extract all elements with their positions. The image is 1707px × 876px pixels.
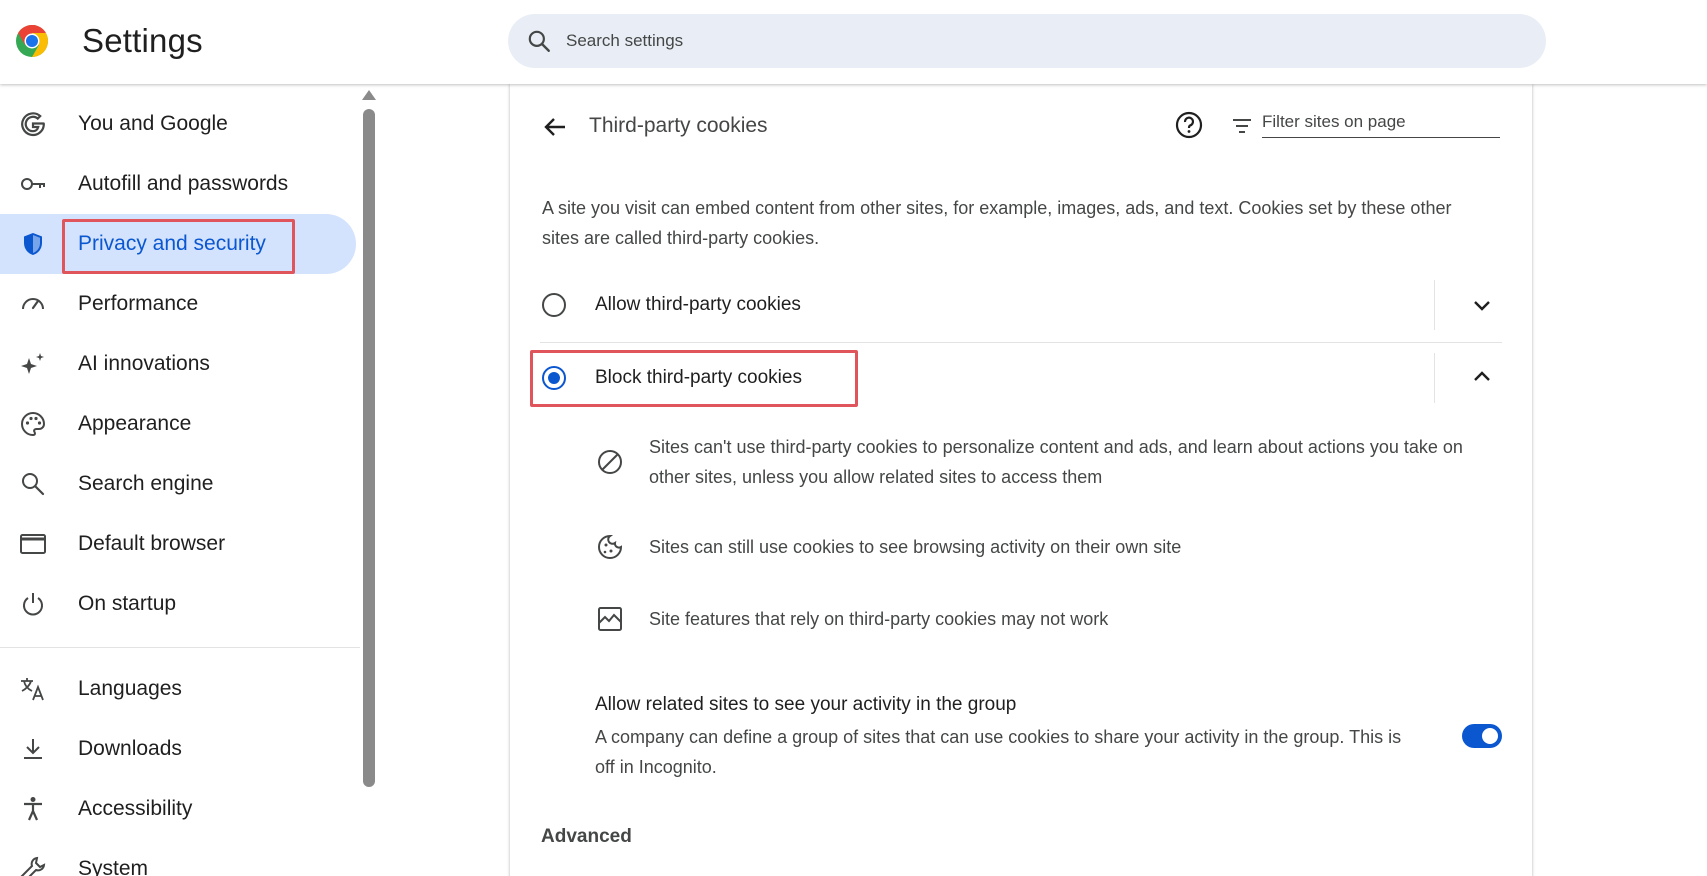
option-allow-third-party-cookies[interactable]: Allow third-party cookies <box>530 270 1502 340</box>
page-description: A site you visit can embed content from … <box>542 198 1452 248</box>
power-icon <box>23 593 43 616</box>
sidebar-item-ai-innovations[interactable]: AI innovations <box>0 334 356 394</box>
sidebar-item-label: Appearance <box>78 412 192 435</box>
browser-window-icon <box>20 534 46 554</box>
related-sites-description: A company can define a group of sites th… <box>595 727 1402 777</box>
sidebar-item-label: Languages <box>78 677 182 700</box>
search-icon <box>528 30 550 52</box>
sidebar-item-label: Autofill and passwords <box>78 172 289 195</box>
google-g-icon <box>21 112 45 136</box>
back-arrow-icon[interactable] <box>540 112 570 142</box>
sidebar-item-label: On startup <box>78 592 177 615</box>
broken-image-icon <box>598 607 622 631</box>
sidebar-item-label: Accessibility <box>78 797 193 820</box>
sidebar-item-languages[interactable]: Languages <box>0 659 356 719</box>
option-divider <box>1434 280 1435 330</box>
search-placeholder: Search settings <box>566 31 684 50</box>
sidebar-item-performance[interactable]: Performance <box>0 274 356 334</box>
detail-text: Site features that rely on third-party c… <box>649 609 1109 629</box>
sidebar-item-label: System <box>78 857 149 876</box>
filter-icon <box>1233 119 1251 133</box>
sidebar-divider <box>0 647 360 648</box>
translate-icon <box>21 678 44 701</box>
scroll-up-arrow-icon[interactable] <box>362 90 376 100</box>
sparkle-icon <box>21 353 44 374</box>
cookie-icon <box>598 534 623 559</box>
app-title: Settings <box>82 22 203 59</box>
block-icon <box>598 450 622 474</box>
sidebar-item-label: Search engine <box>78 472 214 495</box>
option-divider <box>1434 353 1435 403</box>
key-icon <box>21 178 45 190</box>
sidebar-nav: You and Google Autofill and passwords Pr… <box>0 84 360 876</box>
sidebar-item-label: AI innovations <box>78 352 210 375</box>
advanced-heading: Advanced <box>541 826 632 847</box>
search-icon <box>22 473 45 496</box>
search-settings-field[interactable]: Search settings <box>508 14 1546 68</box>
sidebar-item-label: You and Google <box>78 112 228 135</box>
sidebar-item-system[interactable]: System <box>0 839 356 876</box>
detail-text: Sites can still use cookies to see brows… <box>649 537 1182 557</box>
chevron-down-icon[interactable] <box>1470 293 1494 317</box>
sidebar-item-label: Downloads <box>78 737 182 760</box>
top-bar: Settings Search settings <box>0 0 1707 84</box>
option-label: Allow third-party cookies <box>595 294 801 315</box>
sidebar-item-label: Performance <box>78 292 199 315</box>
sidebar-item-label: Default browser <box>78 532 226 555</box>
chrome-logo-icon <box>16 25 49 58</box>
sidebar-item-default-browser[interactable]: Default browser <box>0 514 356 574</box>
wrench-icon <box>20 856 46 876</box>
sidebar-scrollbar-thumb[interactable] <box>363 109 375 787</box>
sidebar-item-autofill[interactable]: Autofill and passwords <box>0 154 356 214</box>
download-icon <box>24 739 42 759</box>
highlight-box-block-option <box>530 350 858 407</box>
page-title: Third-party cookies <box>589 114 768 137</box>
shield-icon <box>24 233 42 255</box>
accessibility-icon <box>24 797 42 821</box>
sidebar-item-downloads[interactable]: Downloads <box>0 719 356 779</box>
help-icon[interactable] <box>1174 110 1204 140</box>
filter-sites-input[interactable]: Filter sites on page <box>1262 112 1500 138</box>
highlight-box-privacy <box>62 219 295 274</box>
sidebar-item-appearance[interactable]: Appearance <box>0 394 356 454</box>
radio-allow[interactable] <box>542 293 566 317</box>
sidebar-item-you-and-google[interactable]: You and Google <box>0 94 356 154</box>
related-sites-toggle[interactable] <box>1462 724 1502 748</box>
palette-icon <box>21 411 46 437</box>
related-sites-title: Allow related sites to see your activity… <box>595 694 1017 715</box>
sidebar-item-accessibility[interactable]: Accessibility <box>0 779 356 839</box>
chevron-up-icon[interactable] <box>1470 365 1494 389</box>
speedometer-icon <box>22 298 44 310</box>
sidebar-item-search-engine[interactable]: Search engine <box>0 454 356 514</box>
sidebar-item-on-startup[interactable]: On startup <box>0 574 356 634</box>
detail-text: Sites can't use third-party cookies to p… <box>649 437 1463 487</box>
